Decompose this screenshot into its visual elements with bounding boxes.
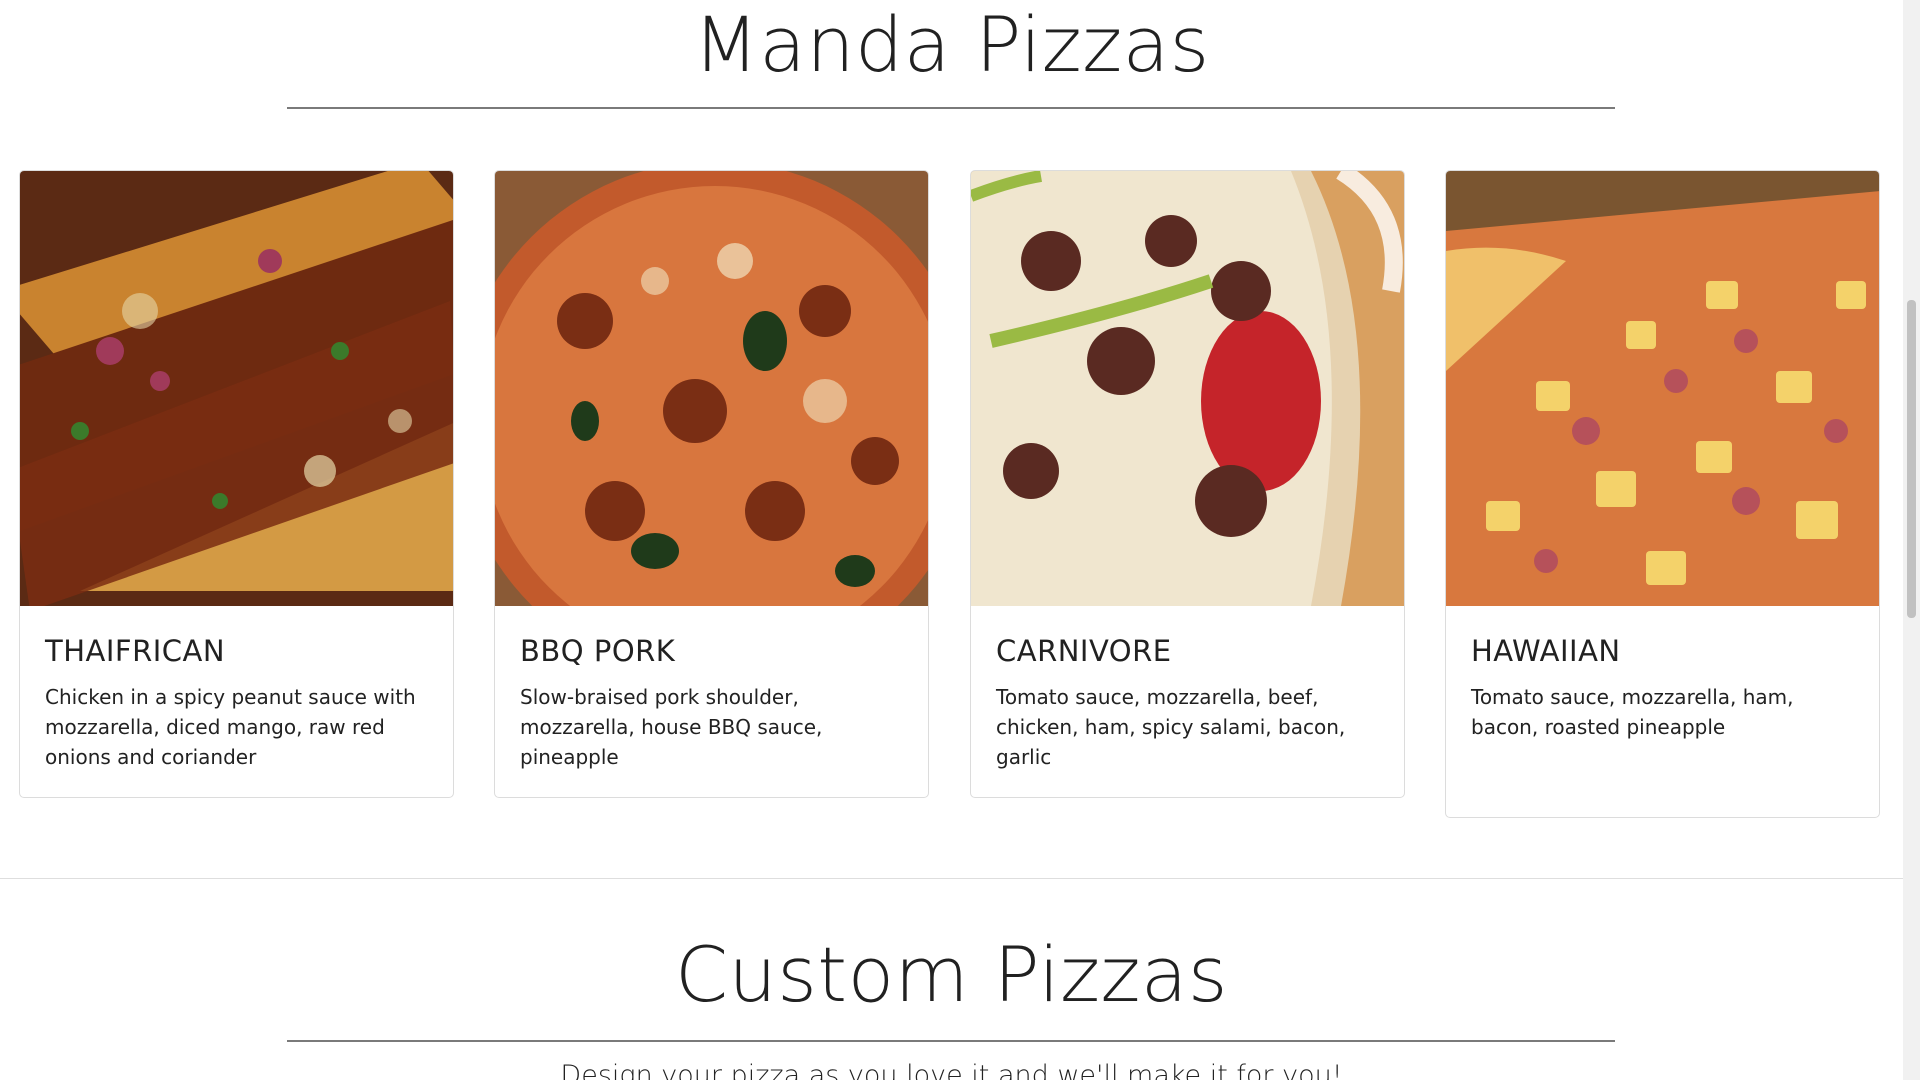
pizza-name: HAWAIIAN (1471, 634, 1621, 668)
vertical-scrollbar[interactable] (1903, 0, 1920, 1080)
pizza-description: Slow-braised pork shoulder, mozzarella, … (520, 685, 823, 769)
page: Manda Pizzas THAIFRICAN Chicken in a spi… (0, 0, 1903, 1080)
custom-pizzas-heading: Custom Pizzas (674, 930, 1229, 1019)
pizza-card-carnivore[interactable]: CARNIVORE Tomato sauce, mozzarella, beef… (970, 170, 1405, 798)
pizza-card-thaifrican[interactable]: THAIFRICAN Chicken in a spicy peanut sau… (19, 170, 454, 798)
scrollbar-thumb[interactable] (1907, 300, 1916, 618)
pizza-description: Tomato sauce, mozzarella, ham, bacon, ro… (1471, 685, 1794, 739)
pizza-image-thaifrican (20, 171, 453, 606)
pizza-image-hawaiian (1446, 171, 1879, 606)
pizza-image-bbq-pork (495, 171, 928, 606)
pizza-description: Tomato sauce, mozzarella, beef, chicken,… (996, 685, 1346, 769)
pizza-card-bbq-pork[interactable]: BBQ PORK Slow-braised pork shoulder, moz… (494, 170, 929, 798)
custom-pizzas-subtitle: Design your pizza as you love it and we'… (560, 1060, 1343, 1080)
pizza-description: Chicken in a spicy peanut sauce with moz… (45, 685, 416, 769)
pizza-image-carnivore (971, 171, 1404, 606)
pizza-name: CARNIVORE (996, 634, 1172, 668)
heading-underline (287, 107, 1615, 109)
pizza-name: BBQ PORK (520, 634, 676, 668)
pizza-card-hawaiian[interactable]: HAWAIIAN Tomato sauce, mozzarella, ham, … (1445, 170, 1880, 818)
heading-underline (287, 1040, 1615, 1042)
pizza-name: THAIFRICAN (45, 634, 226, 668)
section-divider (0, 878, 1903, 879)
manda-pizzas-heading: Manda Pizzas (693, 0, 1210, 89)
